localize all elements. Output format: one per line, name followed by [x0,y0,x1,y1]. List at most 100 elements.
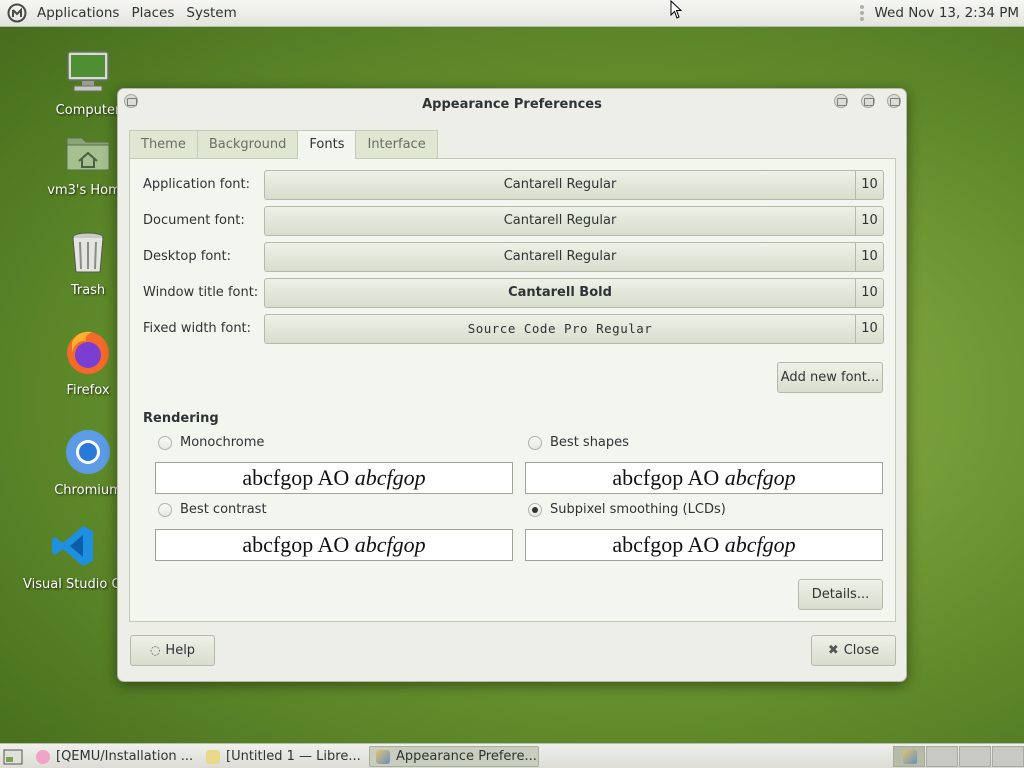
workspace-1[interactable] [893,746,925,767]
close-icon: ✖ [827,643,839,658]
font-label: Desktop font: [143,249,231,264]
font-row-window-title: Window title font: Cantarell Bold 10 [130,278,897,308]
sample-text: abcfgop AO [612,532,725,557]
font-row-document: Document font: Cantarell Regular 10 [130,206,897,236]
workspace-4[interactable] [992,746,1024,767]
vscode-icon [52,526,93,566]
chromium-icon [66,430,110,474]
places-menu[interactable]: Places [125,5,180,21]
tab-theme[interactable]: Theme [129,130,198,158]
font-row-desktop: Desktop font: Cantarell Regular 10 [130,242,897,272]
taskbar-item-libreoffice[interactable]: [Untitled 1 — Libre... [200,746,368,767]
maximize-button[interactable] [861,94,875,108]
font-row-application: Application font: Cantarell Regular 10 [130,170,897,200]
sample-italic-text: abcfgop [354,465,426,490]
radio-best-contrast[interactable]: Best contrast [158,502,267,517]
task-label: [QEMU/Installation ... [56,749,194,764]
radio-button[interactable] [158,435,172,450]
help-button-label: Help [165,643,196,658]
computer-icon [67,51,109,92]
libreoffice-icon [206,749,220,764]
window-menu-button[interactable] [124,94,138,108]
font-name: Cantarell Bold [508,285,612,300]
bottom-taskbar: [QEMU/Installation ... [Untitled 1 — Lib… [0,743,1024,768]
best-contrast-sample: abcfgop AO abcfgop [155,529,513,561]
appearance-preferences-window: Appearance Preferences Theme Background … [117,88,907,682]
help-icon: ◌ [149,643,161,657]
workspace-window-icon [903,750,917,764]
sample-text: abcfgop AO [242,465,355,490]
top-panel: Applications Places System Wed Nov 13, 2… [0,0,1024,27]
taskbar-item-appearance[interactable]: Appearance Prefere... [369,746,539,767]
tab-interface[interactable]: Interface [355,130,438,158]
desktop-font-button[interactable]: Cantarell Regular 10 [264,242,884,272]
font-name: Cantarell Regular [503,213,617,228]
panel-handle-icon[interactable] [860,5,866,21]
close-button-label: Close [843,643,880,658]
application-font-button[interactable]: Cantarell Regular 10 [264,170,884,200]
workspace-2[interactable] [926,746,958,767]
radio-button[interactable] [528,435,542,450]
radio-subpixel-smoothing[interactable]: Subpixel smoothing (LCDs) [528,502,726,517]
window-title-font-button[interactable]: Cantarell Bold 10 [264,278,884,308]
desktop-icon-vscode[interactable]: Visual Studio Code [23,522,123,592]
sample-italic-text: abcfgop [724,532,796,557]
taskbar-item-qemu[interactable]: [QEMU/Installation ... [30,746,198,767]
font-name: Cantarell Regular [503,177,617,192]
tab-background[interactable]: Background [196,130,299,158]
mate-logo-icon[interactable] [7,3,27,23]
titlebar[interactable]: Appearance Preferences [118,89,906,119]
mouse-pointer-icon [670,0,683,19]
rendering-heading: Rendering [143,411,219,426]
font-name: Source Code Pro Regular [467,321,653,336]
appearance-icon [376,749,390,764]
radio-label: Best shapes [550,435,629,450]
applications-menu[interactable]: Applications [31,5,125,21]
subpixel-smoothing-sample: abcfgop AO abcfgop [525,529,883,561]
radio-monochrome[interactable]: Monochrome [158,435,264,450]
sample-text: abcfgop AO [612,465,725,490]
close-button[interactable]: ✖ Close [811,635,896,666]
window-title: Appearance Preferences [422,96,602,112]
radio-label: Subpixel smoothing (LCDs) [550,502,726,517]
tab-fonts[interactable]: Fonts [297,130,357,159]
document-font-button[interactable]: Cantarell Regular 10 [264,206,884,236]
trash-icon [72,232,104,273]
system-menu[interactable]: System [180,5,242,21]
font-size: 10 [855,243,883,271]
radio-label: Monochrome [180,435,265,450]
desktop-icon-label: Visual Studio Code [23,577,123,592]
font-size: 10 [855,171,883,199]
font-label: Document font: [143,213,245,228]
firefox-icon [67,331,109,374]
workspace-3[interactable] [959,746,991,767]
font-size: 10 [855,315,883,343]
preferences-notebook: Theme Background Fonts Interface Applica… [129,130,896,622]
task-label: [Untitled 1 — Libre... [226,749,361,764]
minimize-button[interactable] [834,94,848,108]
sample-text: abcfgop AO [242,532,355,557]
show-desktop-icon[interactable] [3,749,23,765]
clock[interactable]: Wed Nov 13, 2:34 PM [874,5,1019,21]
radio-best-shapes[interactable]: Best shapes [528,435,629,450]
details-button[interactable]: Details... [798,579,883,610]
font-size: 10 [855,207,883,235]
radio-button[interactable] [528,502,542,517]
font-label: Application font: [143,177,251,192]
help-button[interactable]: ◌ Help [130,635,215,666]
font-row-fixed-width: Fixed width font: Source Code Pro Regula… [130,314,897,344]
font-name: Cantarell Regular [503,249,617,264]
monochrome-sample: abcfgop AO abcfgop [155,462,513,494]
task-label: Appearance Prefere... [396,749,537,764]
close-window-button[interactable] [887,94,901,108]
radio-label: Best contrast [180,502,267,517]
font-size: 10 [855,279,883,307]
best-shapes-sample: abcfgop AO abcfgop [525,462,883,494]
font-label: Window title font: [143,285,259,300]
fixed-width-font-button[interactable]: Source Code Pro Regular 10 [264,314,884,344]
fonts-tab-content: Application font: Cantarell Regular 10 D… [129,158,896,622]
sample-italic-text: abcfgop [354,532,426,557]
add-new-font-button[interactable]: Add new font... [777,362,883,393]
radio-button[interactable] [158,502,172,517]
sample-italic-text: abcfgop [724,465,796,490]
